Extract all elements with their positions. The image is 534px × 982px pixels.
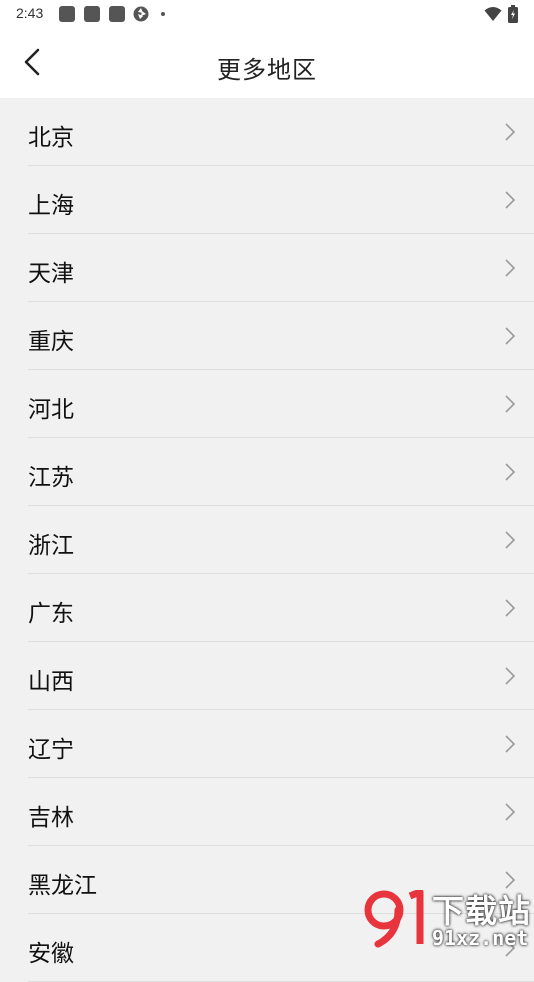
chevron-right-icon [505,735,516,753]
chevron-right-icon [505,531,516,549]
region-label: 山西 [28,669,74,695]
watermark-url: 91xz.net [432,926,529,950]
region-label: 浙江 [28,533,74,559]
region-item-beijing[interactable]: 北京 [28,98,534,166]
chevron-right-icon [505,667,516,685]
notification-app-icon [84,6,100,22]
chevron-right-icon [505,463,516,481]
region-label: 天津 [28,261,74,287]
battery-icon [508,5,518,23]
notification-app-icon [109,6,125,22]
region-item-guangdong[interactable]: 广东 [28,574,534,642]
chevron-right-icon [505,599,516,617]
app-header: 更多地区 [0,28,534,98]
region-item-shanghai[interactable]: 上海 [28,166,534,234]
chevron-right-icon [505,803,516,821]
region-label: 辽宁 [28,737,74,763]
notification-app-icon [59,6,75,22]
region-label: 上海 [28,193,74,219]
region-item-liaoning[interactable]: 辽宁 [28,710,534,778]
region-label: 河北 [28,397,74,423]
chevron-right-icon [505,259,516,277]
aperture-icon [133,6,149,22]
region-label: 北京 [28,125,74,151]
more-notifications-dot [161,12,165,16]
region-list: 北京 上海 天津 重庆 河北 江苏 浙江 广东 山西 辽宁 吉林 黑龙江 安徽 [0,98,534,982]
region-label: 广东 [28,601,74,627]
region-label: 江苏 [28,465,74,491]
region-item-jiangsu[interactable]: 江苏 [28,438,534,506]
page-title: 更多地区 [217,56,317,84]
region-item-hebei[interactable]: 河北 [28,370,534,438]
chevron-right-icon [505,395,516,413]
region-item-chongqing[interactable]: 重庆 [28,302,534,370]
watermark-logo-icon [364,890,424,948]
chevron-right-icon [505,123,516,141]
region-item-shanxi[interactable]: 山西 [28,642,534,710]
wifi-icon [484,7,502,21]
region-label: 吉林 [28,805,74,831]
region-label: 黑龙江 [28,873,97,899]
region-item-zhejiang[interactable]: 浙江 [28,506,534,574]
region-item-tianjin[interactable]: 天津 [28,234,534,302]
watermark: 下载站 91xz.net [360,884,534,950]
chevron-right-icon [505,191,516,209]
status-time: 2:43 [16,5,44,21]
region-label: 安徽 [28,941,74,967]
region-item-jilin[interactable]: 吉林 [28,778,534,846]
region-label: 重庆 [28,329,74,355]
status-bar: 2:43 [0,0,534,28]
chevron-right-icon [505,327,516,345]
